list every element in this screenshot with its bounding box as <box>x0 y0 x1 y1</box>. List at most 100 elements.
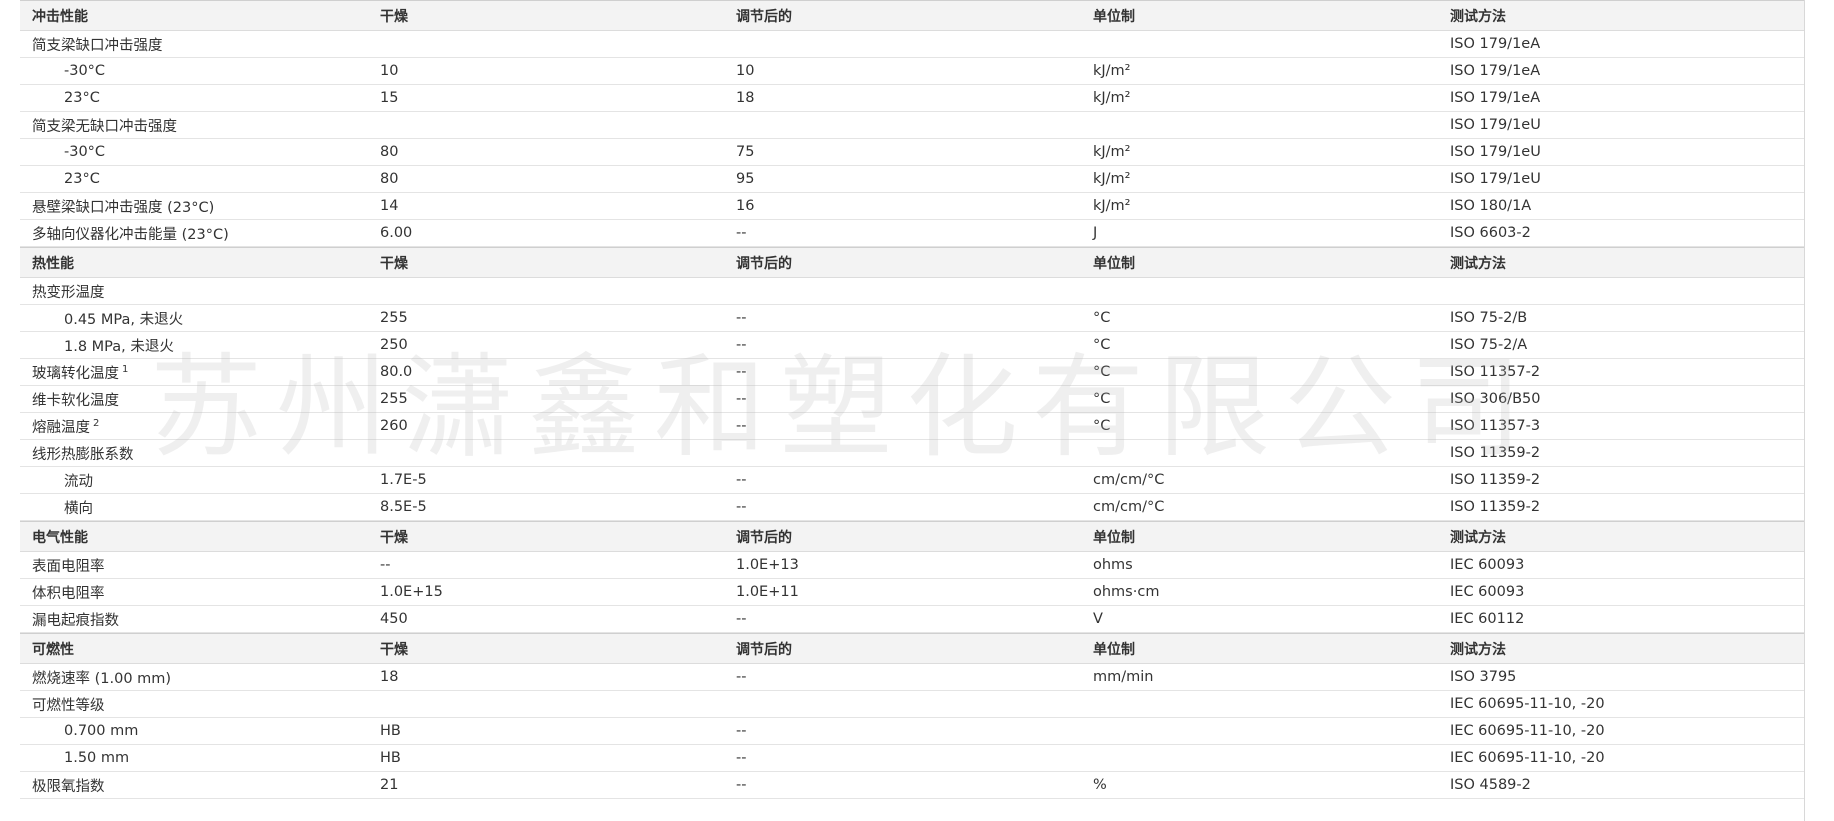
property-name: 横向 <box>64 500 93 517</box>
table-row: 极限氧指数 21 --% ISO 4589-2 <box>20 772 1804 799</box>
table-row: 热变形温度 <box>20 278 1804 305</box>
property-name: 熔融温度 <box>32 419 90 436</box>
property-name: 体积电阻率 <box>32 585 105 602</box>
value-conditioned: -- <box>736 310 747 326</box>
property-name-cell: 漏电起痕指数 <box>20 609 378 630</box>
unit-cell: °C <box>1093 391 1111 407</box>
test-method-cell: IEC 60695-11-10, -20 <box>1450 723 1605 739</box>
table-row: 漏电起痕指数 450 -- V IEC 60112 <box>20 606 1804 633</box>
table-row: 悬壁梁缺口冲击强度 (23°C) 14 16 kJ/m² ISO 180/1A <box>20 193 1804 220</box>
value-conditioned: 10 <box>736 63 755 79</box>
value-conditioned: 75 <box>736 144 755 160</box>
property-name-cell: 0.45 MPa, 未退火 <box>20 308 378 329</box>
test-method-cell: ISO 179/1eA <box>1450 36 1541 52</box>
unit-cell: kJ/m² <box>1093 144 1131 160</box>
property-name: 悬壁梁缺口冲击强度 (23°C) <box>32 199 215 216</box>
properties-table: 冲击性能 干燥 调节后的 单位制 测试方法 简支梁缺口冲击强度 ISO 179/1eA -30… <box>20 0 1804 799</box>
unit-cell: cm/cm/°C <box>1093 499 1165 515</box>
property-name-cell: 简支梁无缺口冲击强度 <box>20 115 378 136</box>
property-name-cell: 维卡软化温度 <box>20 389 378 410</box>
column-header-dry: 干燥 <box>380 529 408 546</box>
property-name-cell: 燃烧速率 (1.00 mm) <box>20 667 378 688</box>
test-method-cell: IEC 60695-11-10, -20 <box>1450 696 1605 712</box>
value-conditioned: -- <box>736 337 747 353</box>
test-method-cell: ISO 11359-2 <box>1450 445 1541 461</box>
value-dry: 21 <box>380 777 399 793</box>
value-dry: 250 <box>380 337 408 353</box>
value-conditioned: 95 <box>736 171 755 187</box>
table-row: 1.50 mm HB -- IEC 60695-11-10, -20 <box>20 745 1804 772</box>
unit-cell: V <box>1093 611 1103 627</box>
unit-cell: °C <box>1093 418 1111 434</box>
property-name-cell: -30°C <box>20 63 378 79</box>
value-conditioned: -- <box>736 723 747 739</box>
section-title: 电气性能 <box>32 529 88 546</box>
value-dry: 8.5E-5 <box>380 499 427 515</box>
test-method-cell: IEC 60112 <box>1450 611 1525 627</box>
footnote-marker: 2 <box>93 417 100 429</box>
table-row: 玻璃转化温度 1 80.0 -- °C ISO 11357-2 <box>20 359 1804 386</box>
property-name: 燃烧速率 (1.00 mm) <box>32 670 172 687</box>
property-name-cell: 0.700 mm <box>20 723 378 739</box>
value-conditioned: -- <box>736 225 747 241</box>
property-name: 玻璃转化温度 <box>32 365 119 382</box>
property-name: 可燃性等级 <box>32 697 105 714</box>
property-name-cell: -30°C <box>20 144 378 160</box>
value-conditioned: 18 <box>736 90 755 106</box>
property-name-cell: 23°C <box>20 90 378 106</box>
property-name-cell: 表面电阻率 <box>20 555 378 576</box>
property-name-cell: 简支梁缺口冲击强度 <box>20 34 378 55</box>
property-name: 简支梁缺口冲击强度 <box>32 37 163 54</box>
value-dry: 260 <box>380 418 408 434</box>
unit-cell: mm/min <box>1093 669 1154 685</box>
property-name-cell: 线形热膨胀系数 <box>20 443 378 464</box>
property-name-cell: 流动 <box>20 470 378 491</box>
section-header: 电气性能 干燥 调节后的 单位制 测试方法 <box>20 521 1804 552</box>
value-dry: 1.0E+15 <box>380 584 443 600</box>
property-name: 0.45 MPa, 未退火 <box>64 311 184 328</box>
unit-cell: ohms <box>1093 557 1133 573</box>
table-row: 简支梁缺口冲击强度 ISO 179/1eA <box>20 31 1804 58</box>
unit-cell: kJ/m² <box>1093 63 1131 79</box>
value-conditioned: -- <box>736 472 747 488</box>
table-row: 简支梁无缺口冲击强度 ISO 179/1eU <box>20 112 1804 139</box>
property-name-cell: 1.50 mm <box>20 750 378 766</box>
unit-cell: °C <box>1093 337 1111 353</box>
table-row: 流动 1.7E-5 -- cm/cm/°C ISO 11359-2 <box>20 467 1804 494</box>
table-row: 多轴向仪器化冲击能量 (23°C) 6.00 -- J ISO 6603-2 <box>20 220 1804 247</box>
value-conditioned: -- <box>736 611 747 627</box>
table-row: 表面电阻率 -- 1.0E+13 ohms IEC 60093 <box>20 552 1804 579</box>
property-name-cell: 1.8 MPa, 未退火 <box>20 335 378 356</box>
property-name: 线形热膨胀系数 <box>32 446 134 463</box>
property-name: 热变形温度 <box>32 284 105 301</box>
test-method-cell: ISO 306/B50 <box>1450 391 1541 407</box>
property-name: 表面电阻率 <box>32 558 105 575</box>
test-method-cell: ISO 11359-2 <box>1450 472 1541 488</box>
table-row: 横向 8.5E-5 -- cm/cm/°C ISO 11359-2 <box>20 494 1804 521</box>
column-header-conditioned: 调节后的 <box>736 255 792 272</box>
test-method-cell: ISO 179/1eU <box>1450 171 1541 187</box>
unit-cell: kJ/m² <box>1093 171 1131 187</box>
section-title: 冲击性能 <box>32 8 88 25</box>
unit-cell: cm/cm/°C <box>1093 472 1165 488</box>
value-conditioned: -- <box>736 777 747 793</box>
value-dry: 80 <box>380 144 399 160</box>
value-dry: 80.0 <box>380 364 413 380</box>
section-header: 热性能 干燥 调节后的 单位制 测试方法 <box>20 247 1804 278</box>
footnote-marker: 1 <box>122 363 129 375</box>
table-row: 1.8 MPa, 未退火 250 -- °C ISO 75-2/A <box>20 332 1804 359</box>
property-name-cell: 多轴向仪器化冲击能量 (23°C) <box>20 223 378 244</box>
value-conditioned: -- <box>736 669 747 685</box>
unit-cell: J <box>1093 225 1098 241</box>
column-header-unit: 单位制 <box>1093 255 1135 272</box>
value-conditioned: 16 <box>736 198 755 214</box>
value-dry: 1.7E-5 <box>380 472 427 488</box>
test-method-cell: ISO 179/1eU <box>1450 144 1541 160</box>
test-method-cell: ISO 179/1eU <box>1450 117 1541 133</box>
table-row: -30°C 80 75 kJ/m² ISO 179/1eU <box>20 139 1804 166</box>
property-name-cell: 横向 <box>20 497 378 518</box>
property-name: 0.700 mm <box>64 723 139 739</box>
table-row: 0.45 MPa, 未退火 255 -- °C ISO 75-2/B <box>20 305 1804 332</box>
value-dry: 18 <box>380 669 399 685</box>
table-row: 0.700 mm HB -- IEC 60695-11-10, -20 <box>20 718 1804 745</box>
